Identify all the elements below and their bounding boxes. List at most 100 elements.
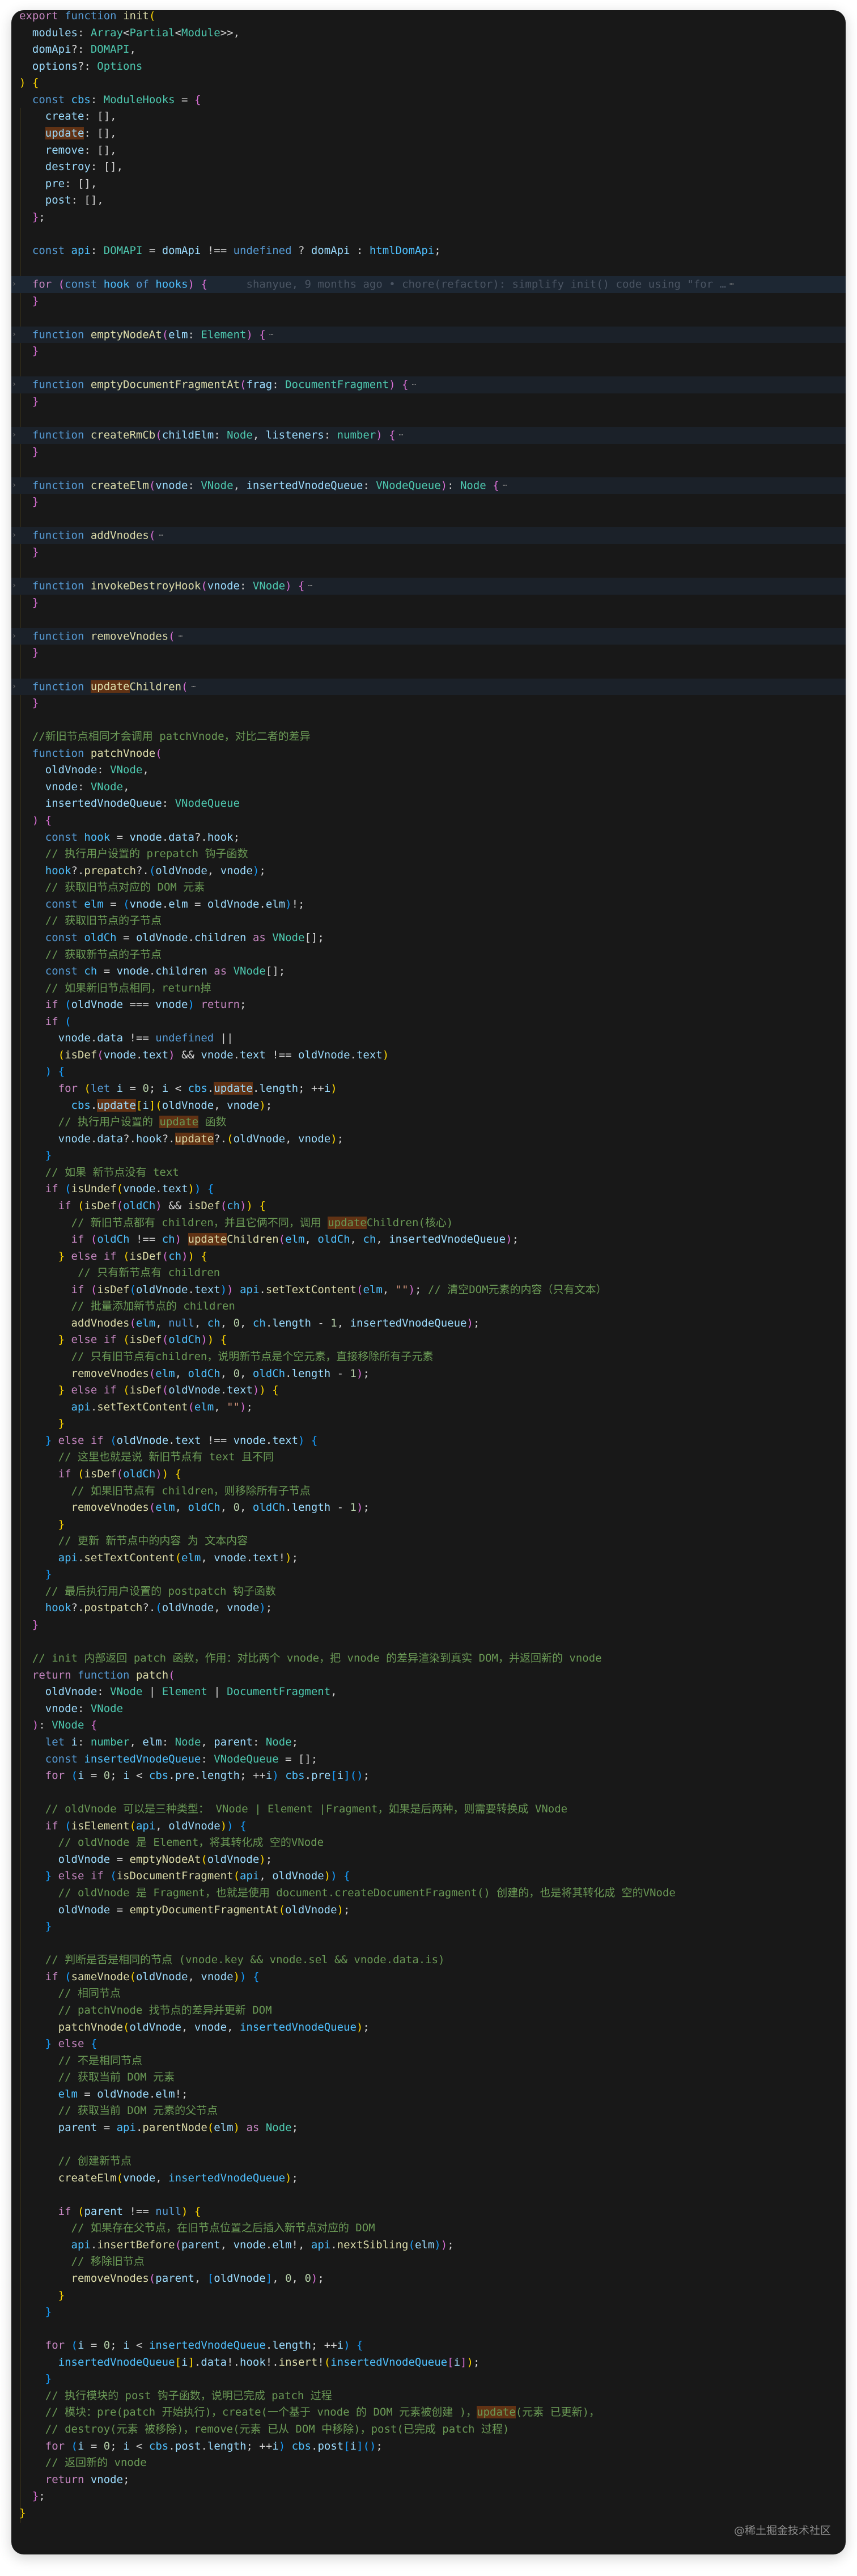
code-line[interactable] bbox=[11, 611, 846, 628]
code-line[interactable]: } else if (isDocumentFragment(api, oldVn… bbox=[11, 1868, 846, 1885]
code-line[interactable]: if (isUndef(vnode.text)) { bbox=[11, 1181, 846, 1198]
code-line[interactable]: hook?.prepatch?.(oldVnode, vnode); bbox=[11, 863, 846, 880]
code-line[interactable]: // 如果新旧节点相同，return掉 bbox=[11, 980, 846, 997]
code-line[interactable]: const cbs: ModuleHooks = { bbox=[11, 92, 846, 109]
code-line[interactable]: return function patch( bbox=[11, 1667, 846, 1684]
code-line[interactable]: if (isDef(oldCh)) { bbox=[11, 1466, 846, 1483]
code-line[interactable]: } bbox=[11, 343, 846, 360]
code-line[interactable]: } bbox=[11, 494, 846, 511]
code-line[interactable]: hook?.postpatch?.(oldVnode, vnode); bbox=[11, 1600, 846, 1617]
code-line[interactable]: } bbox=[11, 444, 846, 461]
code-line[interactable]: // init 内部返回 patch 函数，作用：对比两个 vnode，把 vn… bbox=[11, 1650, 846, 1667]
code-line[interactable]: options?: Options bbox=[11, 58, 846, 75]
folded-code-line[interactable]: › function removeVnodes(⋯ bbox=[11, 628, 846, 645]
code-line[interactable]: create: [], bbox=[11, 108, 846, 125]
chevron-right-icon[interactable]: › bbox=[11, 276, 17, 293]
chevron-right-icon[interactable]: › bbox=[11, 376, 17, 393]
code-line[interactable]: api.setTextContent(elm, vnode.text!); bbox=[11, 1550, 846, 1567]
code-line[interactable]: // 最后执行用户设置的 postpatch 钩子函数 bbox=[11, 1583, 846, 1600]
fold-ellipsis-icon[interactable]: ⋯ bbox=[191, 683, 196, 691]
code-line[interactable]: oldVnode = emptyDocumentFragmentAt(oldVn… bbox=[11, 1902, 846, 1919]
code-line[interactable]: //新旧节点相同才会调用 patchVnode，对比二者的差异 bbox=[11, 728, 846, 745]
chevron-right-icon[interactable]: › bbox=[11, 477, 17, 494]
folded-code-line[interactable]: › function emptyNodeAt(elm: Element) {⋯ bbox=[11, 326, 846, 344]
code-line[interactable]: oldVnode = emptyNodeAt(oldVnode); bbox=[11, 1852, 846, 1869]
code-line[interactable]: removeVnodes(parent, [oldVnode], 0, 0); bbox=[11, 2270, 846, 2287]
code-line[interactable]: } else if (isDef(oldCh)) { bbox=[11, 1332, 846, 1349]
code-line[interactable] bbox=[11, 310, 846, 327]
code-line[interactable]: api.insertBefore(parent, vnode.elm!, api… bbox=[11, 2237, 846, 2254]
code-line[interactable]: vnode: VNode bbox=[11, 1701, 846, 1718]
code-line[interactable]: if (oldCh !== ch) updateChildren(elm, ol… bbox=[11, 1231, 846, 1248]
folded-code-line[interactable]: › function createRmCb(childElm: Node, li… bbox=[11, 427, 846, 444]
code-line[interactable]: if (isElement(api, oldVnode)) { bbox=[11, 1818, 846, 1835]
fold-ellipsis-icon[interactable]: ⋯ bbox=[399, 431, 404, 439]
code-area[interactable]: export function init( modules: Array<Par… bbox=[11, 10, 846, 2522]
folded-code-line[interactable]: › function emptyDocumentFragmentAt(frag:… bbox=[11, 376, 846, 393]
code-line[interactable]: // 如果旧节点有 children，则移除所有子节点 bbox=[11, 1483, 846, 1500]
code-line[interactable]: } bbox=[11, 2371, 846, 2388]
code-line[interactable]: // oldVnode 可以是三种类型： VNode | Element |Fr… bbox=[11, 1801, 846, 1818]
code-line[interactable]: oldVnode: VNode, bbox=[11, 762, 846, 779]
code-line[interactable]: // 相同节点 bbox=[11, 1985, 846, 2002]
code-line[interactable]: export function init( bbox=[11, 10, 846, 25]
code-line[interactable]: const hook = vnode.data?.hook; bbox=[11, 829, 846, 846]
code-line[interactable]: if (oldVnode === vnode) return; bbox=[11, 997, 846, 1014]
code-line[interactable]: } else if (isDef(ch)) { bbox=[11, 1248, 846, 1265]
code-line[interactable]: } bbox=[11, 544, 846, 561]
code-line[interactable] bbox=[11, 2321, 846, 2338]
code-line[interactable]: // 更新 新节点中的内容 为 文本内容 bbox=[11, 1533, 846, 1550]
code-line[interactable]: if (isDef(oldVnode.text)) api.setTextCon… bbox=[11, 1282, 846, 1299]
code-line[interactable]: modules: Array<Partial<Module>>, bbox=[11, 25, 846, 42]
code-line[interactable]: const ch = vnode.children as VNode[]; bbox=[11, 963, 846, 980]
code-line[interactable]: oldVnode: VNode | Element | DocumentFrag… bbox=[11, 1684, 846, 1701]
code-line[interactable] bbox=[11, 360, 846, 377]
code-line[interactable]: for (i = 0; i < cbs.post.length; ++i) cb… bbox=[11, 2438, 846, 2455]
code-line[interactable]: // 移除旧节点 bbox=[11, 2253, 846, 2270]
code-line[interactable] bbox=[11, 561, 846, 578]
code-line[interactable]: createElm(vnode, insertedVnodeQueue); bbox=[11, 2170, 846, 2187]
code-line[interactable]: // 创建新节点 bbox=[11, 2153, 846, 2170]
code-line[interactable]: removeVnodes(elm, oldCh, 0, oldCh.length… bbox=[11, 1499, 846, 1516]
code-line[interactable]: addVnodes(elm, null, ch, 0, ch.length - … bbox=[11, 1315, 846, 1332]
code-line[interactable]: for (let i = 0; i < cbs.update.length; +… bbox=[11, 1081, 846, 1098]
code-line[interactable]: cbs.update[i](oldVnode, vnode); bbox=[11, 1098, 846, 1115]
code-line[interactable]: // patchVnode 找节点的差异并更新 DOM bbox=[11, 2002, 846, 2019]
code-line[interactable]: // 只有旧节点有children，说明新节点是个空元素，直接移除所有子元素 bbox=[11, 1349, 846, 1366]
code-line[interactable] bbox=[11, 1785, 846, 1802]
code-line[interactable]: domApi?: DOMAPI, bbox=[11, 41, 846, 58]
code-line[interactable] bbox=[11, 410, 846, 427]
code-line[interactable]: } else { bbox=[11, 2036, 846, 2053]
code-line[interactable] bbox=[11, 511, 846, 528]
code-line[interactable] bbox=[11, 662, 846, 679]
code-line[interactable]: } else if (isDef(oldVnode.text)) { bbox=[11, 1382, 846, 1399]
code-line[interactable]: ): VNode { bbox=[11, 1717, 846, 1734]
code-line[interactable]: const insertedVnodeQueue: VNodeQueue = [… bbox=[11, 1751, 846, 1768]
code-line[interactable]: } bbox=[11, 2304, 846, 2321]
code-line[interactable] bbox=[11, 1634, 846, 1651]
code-line[interactable]: insertedVnodeQueue[i].data!.hook!.insert… bbox=[11, 2354, 846, 2371]
fold-ellipsis-icon[interactable]: ⋯ bbox=[411, 380, 416, 389]
code-line[interactable]: const api: DOMAPI = domApi !== undefined… bbox=[11, 243, 846, 260]
code-line[interactable]: // 新旧节点都有 children，并且它俩不同，调用 updateChild… bbox=[11, 1215, 846, 1232]
code-line[interactable]: patchVnode(oldVnode, vnode, insertedVnod… bbox=[11, 2019, 846, 2036]
code-line[interactable]: vnode: VNode, bbox=[11, 779, 846, 796]
fold-ellipsis-icon[interactable]: ⋯ bbox=[179, 632, 183, 641]
code-line[interactable]: insertedVnodeQueue: VNodeQueue bbox=[11, 795, 846, 812]
code-line[interactable]: for (i = 0; i < insertedVnodeQueue.lengt… bbox=[11, 2337, 846, 2354]
code-line[interactable]: // oldVnode 是 Fragment，也就是使用 document.cr… bbox=[11, 1885, 846, 1902]
chevron-right-icon[interactable]: › bbox=[11, 578, 17, 595]
code-line[interactable]: }; bbox=[11, 2488, 846, 2505]
code-line[interactable]: // 获取旧节点对应的 DOM 元素 bbox=[11, 879, 846, 896]
code-line[interactable]: } else if (oldVnode.text !== vnode.text)… bbox=[11, 1433, 846, 1450]
code-line[interactable]: // 如果 新节点没有 text bbox=[11, 1164, 846, 1181]
code-line[interactable]: if (isDef(oldCh) && isDef(ch)) { bbox=[11, 1198, 846, 1215]
chevron-right-icon[interactable]: › bbox=[11, 628, 17, 645]
code-line[interactable]: // 获取当前 DOM 元素 bbox=[11, 2069, 846, 2086]
code-line[interactable]: } bbox=[11, 1416, 846, 1433]
code-line[interactable]: ) { bbox=[11, 1064, 846, 1081]
code-line[interactable]: elm = oldVnode.elm!; bbox=[11, 2086, 846, 2103]
code-line[interactable]: } bbox=[11, 1918, 846, 1935]
folded-code-line[interactable]: › for (const hook of hooks) { shanyue, 9… bbox=[11, 276, 846, 293]
code-line[interactable]: } bbox=[11, 2287, 846, 2304]
